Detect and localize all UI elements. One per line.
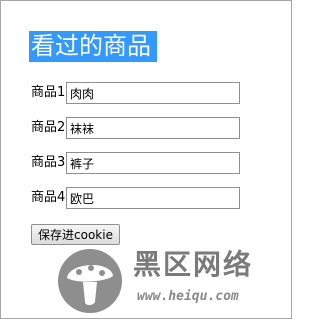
field-label-item-1: 商品1 — [31, 85, 66, 100]
field-label-item-4: 商品4 — [31, 190, 66, 205]
item-2-input[interactable] — [66, 117, 240, 139]
form-row-item-2: 商品2 — [31, 117, 240, 139]
item-1-input[interactable] — [66, 82, 240, 104]
form-row-item-3: 商品3 — [31, 152, 240, 174]
item-3-input[interactable] — [66, 152, 240, 174]
watermark-logo-text: 黑区网络 — [133, 248, 254, 281]
mushroom-logo-icon — [58, 249, 122, 313]
form-row-item-1: 商品1 — [31, 82, 240, 104]
save-to-cookie-button[interactable]: 保存进cookie — [31, 224, 120, 245]
field-label-item-2: 商品2 — [31, 120, 66, 135]
watermark-url: www.heiqu.com — [137, 289, 239, 304]
field-label-item-3: 商品3 — [31, 155, 66, 170]
watermark: 黑区网络 www.heiqu.com — [55, 246, 285, 316]
item-4-input[interactable] — [66, 187, 240, 209]
page-title: 看过的商品 — [29, 31, 157, 62]
form-row-item-4: 商品4 — [31, 187, 240, 209]
